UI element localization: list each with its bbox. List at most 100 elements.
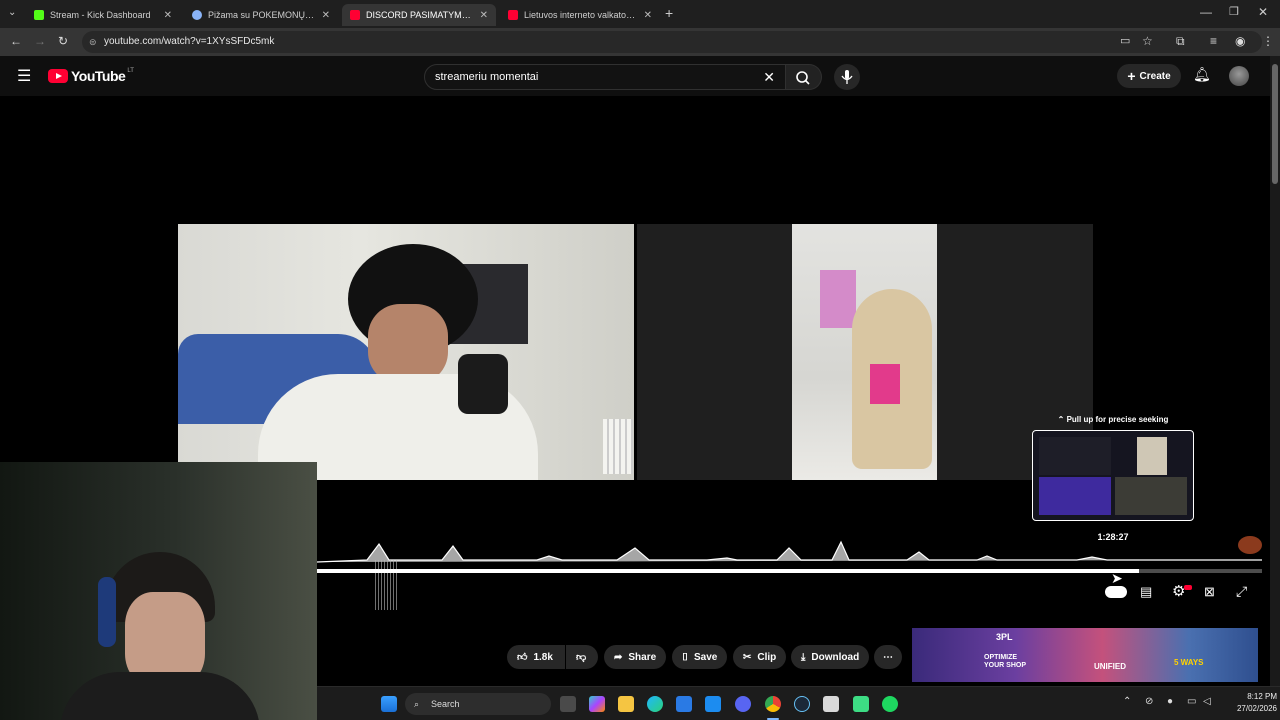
close-icon[interactable]: ✕ [322, 10, 330, 21]
task-view-icon[interactable] [560, 696, 576, 712]
miniplayer-icon[interactable]: ⊠ [1204, 584, 1215, 600]
create-button[interactable]: + Create [1117, 64, 1181, 88]
video-panel-right-girl [792, 224, 937, 480]
ad-tile: UNIFIED [1094, 662, 1126, 671]
tray-volume-icon[interactable]: ◁ [1203, 696, 1211, 707]
site-info-icon[interactable]: ⊜ [89, 31, 97, 53]
file-explorer-icon[interactable] [618, 696, 634, 712]
ad-tile: 5 WAYS [1174, 658, 1204, 667]
app-icon[interactable] [823, 696, 839, 712]
cast-icon[interactable]: ▭ [1120, 34, 1130, 47]
search-input[interactable]: streameriu momentai ✕ [424, 64, 786, 90]
clock-date: 27/02/2026 [1236, 704, 1277, 713]
globe-icon [192, 10, 202, 20]
download-icon: ⤓ [801, 651, 806, 663]
close-icon[interactable]: ✕ [480, 10, 488, 21]
media-icon[interactable]: ≡ [1210, 34, 1217, 48]
extensions-icon[interactable]: ⧉ [1176, 34, 1185, 49]
create-label: Create [1139, 70, 1171, 82]
store-icon[interactable] [676, 696, 692, 712]
waveform-stripe [375, 560, 399, 610]
close-icon[interactable]: ✕ [164, 10, 172, 21]
taskbar-search[interactable]: ⌕ Search [405, 693, 551, 715]
like-count: 1.8k [533, 651, 553, 663]
steam-icon[interactable] [794, 696, 810, 712]
android-app-icon[interactable] [853, 696, 869, 712]
subtitles-icon[interactable]: ▤ [1140, 584, 1152, 600]
forward-icon[interactable]: → [34, 34, 46, 48]
mail-icon[interactable] [705, 696, 721, 712]
bookmark-star-icon[interactable]: ☆ [1142, 34, 1153, 48]
minimize-icon[interactable]: — [1200, 5, 1212, 19]
copilot-icon[interactable] [589, 696, 605, 712]
thumb-left-top [1039, 437, 1111, 475]
tray-chevron-up-icon[interactable]: ⌃ [1123, 696, 1131, 707]
avatar[interactable] [1229, 66, 1249, 86]
region-code: LT [127, 68, 134, 74]
like-button[interactable]: 👍︎ 1.8k [507, 645, 565, 669]
clip-button[interactable]: ✂ Clip [733, 645, 787, 669]
youtube-play-icon [48, 69, 68, 83]
tab-title: Pižama su POKEMONŲ motyv [208, 10, 316, 20]
notifications-bell-icon[interactable]: 🔔︎ [1193, 66, 1211, 83]
chrome-icon[interactable] [765, 696, 781, 712]
download-label: Download [811, 651, 860, 663]
new-tab-icon[interactable]: + [665, 5, 673, 21]
tab-pizama[interactable]: Pižama su POKEMONŲ motyv ✕ [184, 4, 338, 26]
thumb-right-top [1137, 437, 1167, 475]
webcam-person-hoodie [60, 672, 260, 720]
scrollbar-thumb[interactable] [1272, 64, 1278, 184]
ad-tile: OPTIMIZE YOUR SHOP [984, 654, 1027, 669]
tab-lietuvos[interactable]: Lietuvos interneto valkatos - Yo ✕ [500, 4, 660, 26]
maximize-icon[interactable]: ❐ [1229, 5, 1239, 18]
discord-icon[interactable] [735, 696, 751, 712]
voice-search-button[interactable] [834, 64, 860, 90]
share-label: Share [628, 651, 657, 663]
microphone-icon [841, 70, 853, 84]
edge-icon[interactable] [647, 696, 663, 712]
waveform-path [317, 540, 1262, 563]
menu-kebab-icon[interactable]: ⋮ [1262, 34, 1274, 48]
tab-kick-dashboard[interactable]: Stream - Kick Dashboard ✕ [26, 4, 180, 26]
tray-microphone-icon[interactable]: ● [1167, 696, 1173, 707]
ad-banner[interactable]: 3PL OPTIMIZE YOUR SHOP UNIFIED 5 WAYS [912, 628, 1258, 682]
end-thumbnail-avatar [1238, 536, 1262, 554]
save-button[interactable]: ⌷ Save [672, 645, 728, 669]
tab-discord-pasimatymas[interactable]: DISCORD PASIMATYMAS SU O ✕ [342, 4, 496, 26]
tab-list-chevron-icon[interactable]: ⌄ [8, 7, 16, 18]
bookmark-icon: ⌷ [682, 651, 688, 663]
profile-icon[interactable]: ◉ [1235, 34, 1245, 48]
dislike-button[interactable]: 👎︎ [566, 645, 598, 669]
fullscreen-icon[interactable]: ⤢ [1236, 583, 1247, 600]
close-icon[interactable]: ✕ [644, 10, 652, 21]
reload-icon[interactable]: ↻ [58, 34, 68, 48]
url-field[interactable]: ⊜ youtube.com/watch?v=1XYsSFDc5mk [82, 31, 1262, 53]
tab-title: Lietuvos interneto valkatos - Yo [524, 10, 638, 20]
download-button[interactable]: ⤓ Download [791, 645, 870, 669]
clip-label: Clip [757, 651, 777, 663]
youtube-logo[interactable]: YouTube LT [48, 68, 134, 84]
thumbs-down-icon: 👎︎ [576, 652, 587, 663]
search-icon: ⌕ [414, 699, 420, 709]
windows-start-icon[interactable] [381, 696, 397, 712]
hamburger-menu-icon[interactable]: ☰ [17, 66, 31, 86]
hd-badge [1184, 585, 1192, 590]
video-panel-left-streamer [178, 224, 634, 480]
settings-gear-icon[interactable]: ⚙ [1172, 582, 1185, 600]
tray-network-icon[interactable]: ▭ [1187, 696, 1196, 707]
more-actions-button[interactable]: ⋯ [874, 645, 902, 669]
progress-fill [317, 569, 1140, 573]
share-button[interactable]: ➦ Share [604, 645, 667, 669]
back-icon[interactable]: ← [10, 34, 22, 48]
autoplay-toggle[interactable] [1105, 586, 1127, 598]
window-close-icon[interactable]: ✕ [1258, 5, 1268, 19]
page-scrollbar[interactable] [1270, 56, 1280, 686]
clear-search-icon[interactable]: ✕ [763, 65, 775, 89]
clock[interactable]: 8:12 PM 27/02/2026 [1217, 691, 1277, 715]
youtube-icon [508, 10, 518, 20]
tray-app-icon[interactable]: ⊘ [1145, 696, 1153, 707]
chevron-up-icon: ⌃ [1057, 415, 1065, 424]
spotify-icon[interactable] [882, 696, 898, 712]
search-button[interactable] [786, 64, 822, 90]
webcam-overlay [0, 462, 317, 720]
